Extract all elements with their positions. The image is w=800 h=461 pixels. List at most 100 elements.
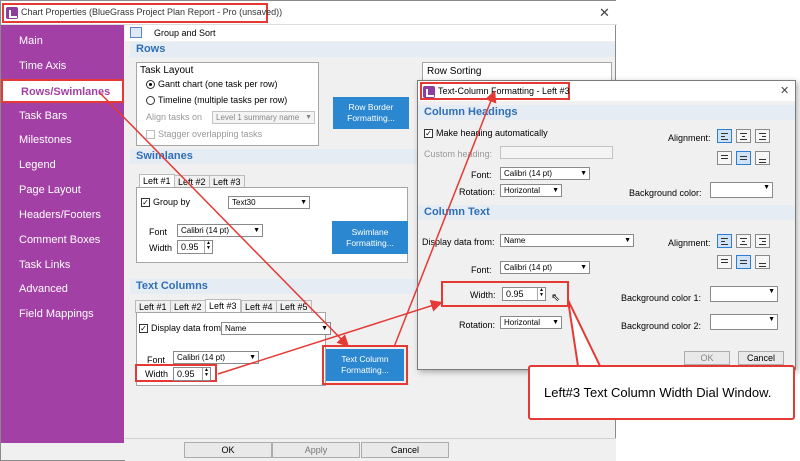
timeline-radio[interactable] bbox=[146, 96, 155, 105]
bg-color2-label: Background color 2: bbox=[621, 321, 702, 331]
text-rotation-select[interactable]: Horizontal ▼ bbox=[500, 316, 562, 329]
sidebar-item-legend[interactable]: Legend bbox=[1, 154, 124, 176]
group-sort-label[interactable]: Group and Sort bbox=[154, 28, 216, 38]
dialog-cancel-button[interactable]: Cancel bbox=[738, 351, 784, 365]
heading-alignment-label: Alignment: bbox=[668, 133, 711, 143]
swimlane-formatting-button[interactable]: Swimlane Formatting... bbox=[332, 221, 408, 254]
chevron-down-icon: ▼ bbox=[321, 325, 328, 332]
display-from-select[interactable]: Name ▼ bbox=[500, 234, 634, 247]
swimlane-font-label: Font bbox=[149, 227, 168, 237]
sidebar-item-page-layout[interactable]: Page Layout bbox=[1, 179, 124, 201]
group-by-select[interactable]: Text30 ▼ bbox=[228, 196, 310, 209]
sidebar-item-main[interactable]: Main bbox=[1, 30, 124, 52]
textcol-font-value: Calibri (14 pt) bbox=[177, 353, 226, 362]
chevron-down-icon: ▼ bbox=[305, 114, 312, 121]
bg-color1-picker[interactable]: ▼ bbox=[710, 286, 778, 302]
textcol-width-stepper[interactable]: 0.95 ▲ ▼ bbox=[173, 367, 211, 381]
sidebar-item-headers-footers[interactable]: Headers/Footers bbox=[1, 204, 124, 226]
swimlane-width-stepper[interactable]: 0.95 ▲ ▼ bbox=[177, 240, 213, 254]
text-width-label: Width: bbox=[470, 290, 496, 300]
chevron-down-icon: ▼ bbox=[300, 199, 307, 206]
text-width-value: 0.95 bbox=[506, 289, 524, 299]
custom-heading-input[interactable] bbox=[500, 146, 613, 159]
valign-top-icon[interactable] bbox=[717, 255, 732, 269]
gantt-radio[interactable] bbox=[146, 80, 155, 89]
make-heading-checkbox[interactable]: ✓ bbox=[424, 129, 433, 138]
chevron-down-icon: ▼ bbox=[768, 288, 775, 295]
sidebar-item-rows-swimlanes[interactable]: Rows/Swimlanes bbox=[1, 79, 124, 103]
align-center-icon[interactable] bbox=[736, 234, 751, 248]
text-column-formatting-button[interactable]: Text Column Formatting... bbox=[326, 349, 404, 381]
valign-middle-icon[interactable] bbox=[736, 151, 751, 165]
swimlane-font-select[interactable]: Calibri (14 pt) ▼ bbox=[177, 224, 263, 237]
custom-heading-label: Custom heading: bbox=[424, 149, 493, 159]
make-heading-label: Make heading automatically bbox=[436, 128, 548, 138]
heading-rotation-select[interactable]: Horizontal ▼ bbox=[500, 184, 562, 197]
tab-swimlane-left1[interactable]: Left #1 bbox=[139, 174, 175, 187]
sidebar-item-task-bars[interactable]: Task Bars bbox=[1, 105, 124, 127]
close-icon[interactable]: ✕ bbox=[599, 5, 610, 21]
stepper-arrows-icon[interactable]: ▲ ▼ bbox=[202, 368, 210, 380]
align-right-icon[interactable] bbox=[755, 129, 770, 143]
chevron-down-icon: ▼ bbox=[552, 319, 559, 326]
dialog-title: Text-Column Formatting - Left #3 bbox=[438, 86, 570, 96]
sidebar-item-comment-boxes[interactable]: Comment Boxes bbox=[1, 229, 124, 251]
text-rotation-value: Horizontal bbox=[504, 318, 541, 327]
textcol-width-value: 0.95 bbox=[177, 369, 195, 379]
valign-middle-icon[interactable] bbox=[736, 255, 751, 269]
cancel-button[interactable]: Cancel bbox=[361, 442, 449, 458]
valign-bottom-icon[interactable] bbox=[755, 255, 770, 269]
rows-section-header: Rows bbox=[130, 42, 615, 57]
text-font-value: Calibri (14 pt) bbox=[504, 263, 553, 272]
display-from-label: Display data from: bbox=[422, 237, 495, 247]
display-data-select[interactable]: Name ▼ bbox=[221, 322, 331, 335]
stagger-checkbox[interactable] bbox=[146, 130, 155, 139]
textcol-font-select[interactable]: Calibri (14 pt) ▼ bbox=[173, 351, 259, 364]
display-data-checkbox[interactable]: ✓ bbox=[139, 324, 148, 333]
text-font-select[interactable]: Calibri (14 pt) ▼ bbox=[500, 261, 590, 274]
column-headings-section-header: Column Headings bbox=[418, 105, 795, 120]
display-data-value: Name bbox=[225, 324, 247, 333]
textcol-width-label: Width bbox=[145, 369, 169, 379]
align-tasks-value: Level 1 summary name bbox=[216, 113, 300, 122]
callout-box: Left#3 Text Column Width Dial Window. bbox=[528, 365, 795, 420]
align-left-icon[interactable] bbox=[717, 234, 732, 248]
align-right-icon[interactable] bbox=[755, 234, 770, 248]
cursor-icon: ⇖ bbox=[551, 292, 561, 304]
sidebar-item-field-mappings[interactable]: Field Mappings bbox=[1, 303, 124, 325]
heading-bg-color-picker[interactable]: ▼ bbox=[710, 182, 773, 198]
sidebar-item-milestones[interactable]: Milestones bbox=[1, 129, 124, 151]
align-tasks-select[interactable]: Level 1 summary name ▼ bbox=[212, 111, 315, 124]
text-width-stepper[interactable]: 0.95 ▲ ▼ bbox=[502, 287, 546, 301]
stepper-arrows-icon[interactable]: ▲ ▼ bbox=[537, 288, 545, 300]
group-by-value: Text30 bbox=[232, 198, 256, 207]
text-rotation-label: Rotation: bbox=[459, 320, 496, 330]
valign-top-icon[interactable] bbox=[717, 151, 732, 165]
sidebar: Main Time Axis Rows/Swimlanes Task Bars … bbox=[1, 25, 124, 443]
dialog-ok-button[interactable]: OK bbox=[684, 351, 730, 365]
heading-font-select[interactable]: Calibri (14 pt) ▼ bbox=[500, 167, 590, 180]
bg-color2-picker[interactable]: ▼ bbox=[710, 314, 778, 330]
heading-font-value: Calibri (14 pt) bbox=[504, 169, 553, 178]
sidebar-item-time-axis[interactable]: Time Axis bbox=[1, 55, 124, 77]
group-by-checkbox[interactable]: ✓ bbox=[141, 198, 150, 207]
apply-button[interactable]: Apply bbox=[272, 442, 360, 458]
timeline-label: Timeline (multiple tasks per row) bbox=[158, 95, 288, 105]
chevron-down-icon: ▼ bbox=[253, 227, 260, 234]
ok-button[interactable]: OK bbox=[184, 442, 272, 458]
align-left-icon[interactable] bbox=[717, 129, 732, 143]
heading-rotation-label: Rotation: bbox=[459, 187, 496, 197]
align-center-icon[interactable] bbox=[736, 129, 751, 143]
close-icon[interactable]: ✕ bbox=[780, 84, 789, 97]
heading-bg-label: Background color: bbox=[629, 188, 702, 198]
sidebar-item-task-links[interactable]: Task Links bbox=[1, 254, 124, 276]
swimlane-font-value: Calibri (14 pt) bbox=[181, 226, 230, 235]
column-text-section-header: Column Text bbox=[418, 205, 795, 220]
tab-textcol-left3[interactable]: Left #3 bbox=[205, 299, 241, 312]
valign-bottom-icon[interactable] bbox=[755, 151, 770, 165]
sidebar-item-advanced[interactable]: Advanced bbox=[1, 278, 124, 300]
chevron-down-icon: ▼ bbox=[624, 237, 631, 244]
chevron-down-icon: ▼ bbox=[580, 264, 587, 271]
row-border-formatting-button[interactable]: Row Border Formatting... bbox=[333, 97, 409, 129]
stepper-arrows-icon[interactable]: ▲ ▼ bbox=[204, 241, 212, 253]
